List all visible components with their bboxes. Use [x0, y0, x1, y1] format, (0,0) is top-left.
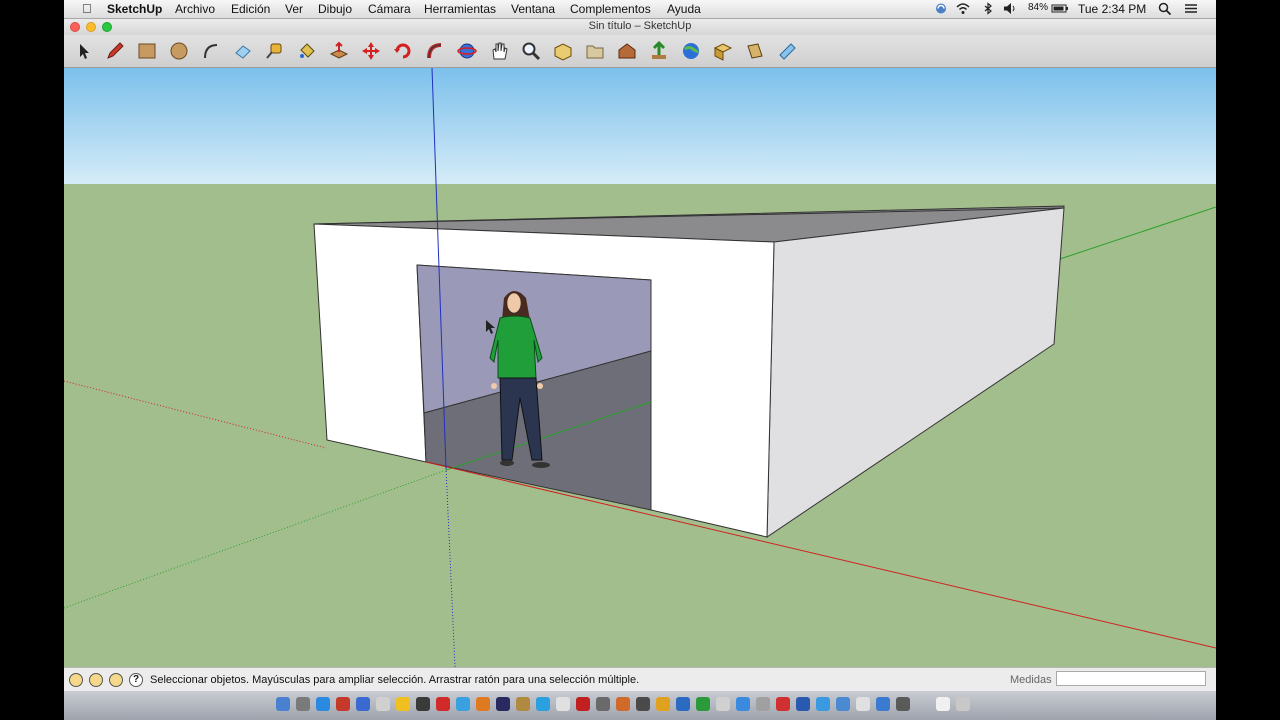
measurements-input[interactable] — [1056, 671, 1206, 686]
clock[interactable]: Tue 2:34 PM — [1078, 2, 1146, 16]
model-viewport[interactable] — [64, 68, 1216, 667]
extension-tool-icon[interactable] — [744, 40, 766, 62]
previous-view-tool-icon[interactable] — [584, 40, 606, 62]
spotlight-search-icon[interactable] — [1158, 2, 1172, 15]
keynote-dock-icon[interactable] — [656, 697, 670, 711]
window-title-bar: Sin título – SketchUp — [64, 19, 1216, 35]
tape-measure-tool-icon[interactable] — [264, 40, 286, 62]
eraser-tool-icon[interactable] — [232, 40, 254, 62]
select-tool-icon[interactable] — [72, 40, 94, 62]
rotate-tool-icon[interactable] — [392, 40, 414, 62]
zoom-tool-icon[interactable] — [520, 40, 542, 62]
skype-dock-icon[interactable] — [536, 697, 550, 711]
pencil-tool-icon[interactable] — [104, 40, 126, 62]
app-store-dock-icon[interactable] — [416, 697, 430, 711]
wifi-icon[interactable] — [956, 2, 970, 15]
browser-dock-icon[interactable] — [836, 697, 850, 711]
launchpad-dock-icon[interactable] — [296, 697, 310, 711]
components-tool-icon[interactable] — [712, 40, 734, 62]
acrobat-dock-icon[interactable] — [576, 697, 590, 711]
pan-tool-icon[interactable] — [488, 40, 510, 62]
dock — [64, 691, 1216, 720]
push-pull-tool-icon[interactable] — [328, 40, 350, 62]
apple-menu-icon[interactable]:  — [82, 1, 92, 16]
geo-location-icon[interactable] — [69, 673, 83, 687]
notification-list-icon[interactable] — [1184, 2, 1198, 15]
menu-archivo[interactable]: Archivo — [175, 2, 215, 16]
menu-ventana[interactable]: Ventana — [511, 2, 555, 16]
menu-edicion[interactable]: Edición — [231, 2, 270, 16]
measurements-label: Medidas — [1010, 674, 1052, 686]
paint-bucket-tool-icon[interactable] — [296, 40, 318, 62]
photoshop-dock-icon[interactable] — [436, 697, 450, 711]
chrome-dock-icon[interactable] — [556, 697, 570, 711]
menu-camara[interactable]: Cámara — [368, 2, 411, 16]
orbit-tool-icon[interactable] — [456, 40, 478, 62]
help-icon[interactable]: ? — [129, 673, 143, 687]
user-icon[interactable] — [109, 673, 123, 687]
itunes-dock-icon[interactable] — [456, 697, 470, 711]
preview-dock-icon[interactable] — [756, 697, 770, 711]
share-model-tool-icon[interactable] — [648, 40, 670, 62]
credits-icon[interactable] — [89, 673, 103, 687]
illustrator-dock-icon[interactable] — [476, 697, 490, 711]
bluetooth-icon[interactable] — [981, 2, 995, 15]
preferences-dock-icon[interactable] — [716, 697, 730, 711]
menu-bar:  SketchUp Archivo Edición Ver Dibujo Cá… — [64, 0, 1216, 19]
menu-herramientas[interactable]: Herramientas — [424, 2, 496, 16]
menu-app-name[interactable]: SketchUp — [107, 2, 162, 16]
word-dock-icon[interactable] — [676, 697, 690, 711]
status-message: Seleccionar objetos. Mayúsculas para amp… — [150, 674, 640, 686]
filezilla-dock-icon[interactable] — [776, 697, 790, 711]
powerpoint-dock-icon[interactable] — [796, 697, 810, 711]
circle-tool-icon[interactable] — [168, 40, 190, 62]
camera-dock-icon[interactable] — [896, 697, 910, 711]
menu-ayuda[interactable]: Ayuda — [667, 2, 701, 16]
utility-dock-icon[interactable] — [636, 697, 650, 711]
calendar-dock-icon[interactable] — [376, 697, 390, 711]
sync-icon[interactable] — [934, 2, 948, 15]
documents-dock-icon[interactable] — [856, 697, 870, 711]
photos-dock-icon[interactable] — [516, 697, 530, 711]
status-bar: ? Seleccionar objetos. Mayúsculas para a… — [64, 667, 1216, 692]
google-earth-tool-icon[interactable] — [680, 40, 702, 62]
battery-icon[interactable] — [1051, 2, 1069, 15]
battery-percent: 84% — [1028, 2, 1049, 13]
quicktime-dock-icon[interactable] — [876, 697, 890, 711]
screen:  SketchUp Archivo Edición Ver Dibujo Cá… — [64, 0, 1216, 720]
finder-dock-icon[interactable] — [276, 697, 290, 711]
contacts-dock-icon[interactable] — [356, 697, 370, 711]
wordpress-dock-icon[interactable] — [816, 697, 830, 711]
audition-dock-icon[interactable] — [496, 697, 510, 711]
layout-tool-icon[interactable] — [776, 40, 798, 62]
volume-icon[interactable] — [1003, 2, 1017, 15]
zoom-extents-tool-icon[interactable] — [552, 40, 574, 62]
menu-complementos[interactable]: Complementos — [570, 2, 651, 16]
terminal-dock-icon[interactable] — [596, 697, 610, 711]
move-tool-icon[interactable] — [360, 40, 382, 62]
main-toolbar — [64, 35, 1216, 68]
menu-ver[interactable]: Ver — [285, 2, 303, 16]
sketchup-dock-icon[interactable] — [616, 697, 630, 711]
warehouse-tool-icon[interactable] — [616, 40, 638, 62]
mail-dock-icon[interactable] — [336, 697, 350, 711]
window-title: Sin título – SketchUp — [588, 20, 692, 32]
menu-dibujo[interactable]: Dibujo — [318, 2, 352, 16]
safari-dock-icon[interactable] — [316, 697, 330, 711]
trash-dock-icon[interactable] — [956, 697, 970, 711]
notes-dock-icon[interactable] — [396, 697, 410, 711]
downloads-dock-icon[interactable] — [936, 697, 950, 711]
arc-tool-icon[interactable] — [200, 40, 222, 62]
dashboard-dock-icon[interactable] — [736, 697, 750, 711]
follow-me-tool-icon[interactable] — [424, 40, 446, 62]
rectangle-tool-icon[interactable] — [136, 40, 158, 62]
excel-dock-icon[interactable] — [696, 697, 710, 711]
sky — [64, 68, 1216, 184]
